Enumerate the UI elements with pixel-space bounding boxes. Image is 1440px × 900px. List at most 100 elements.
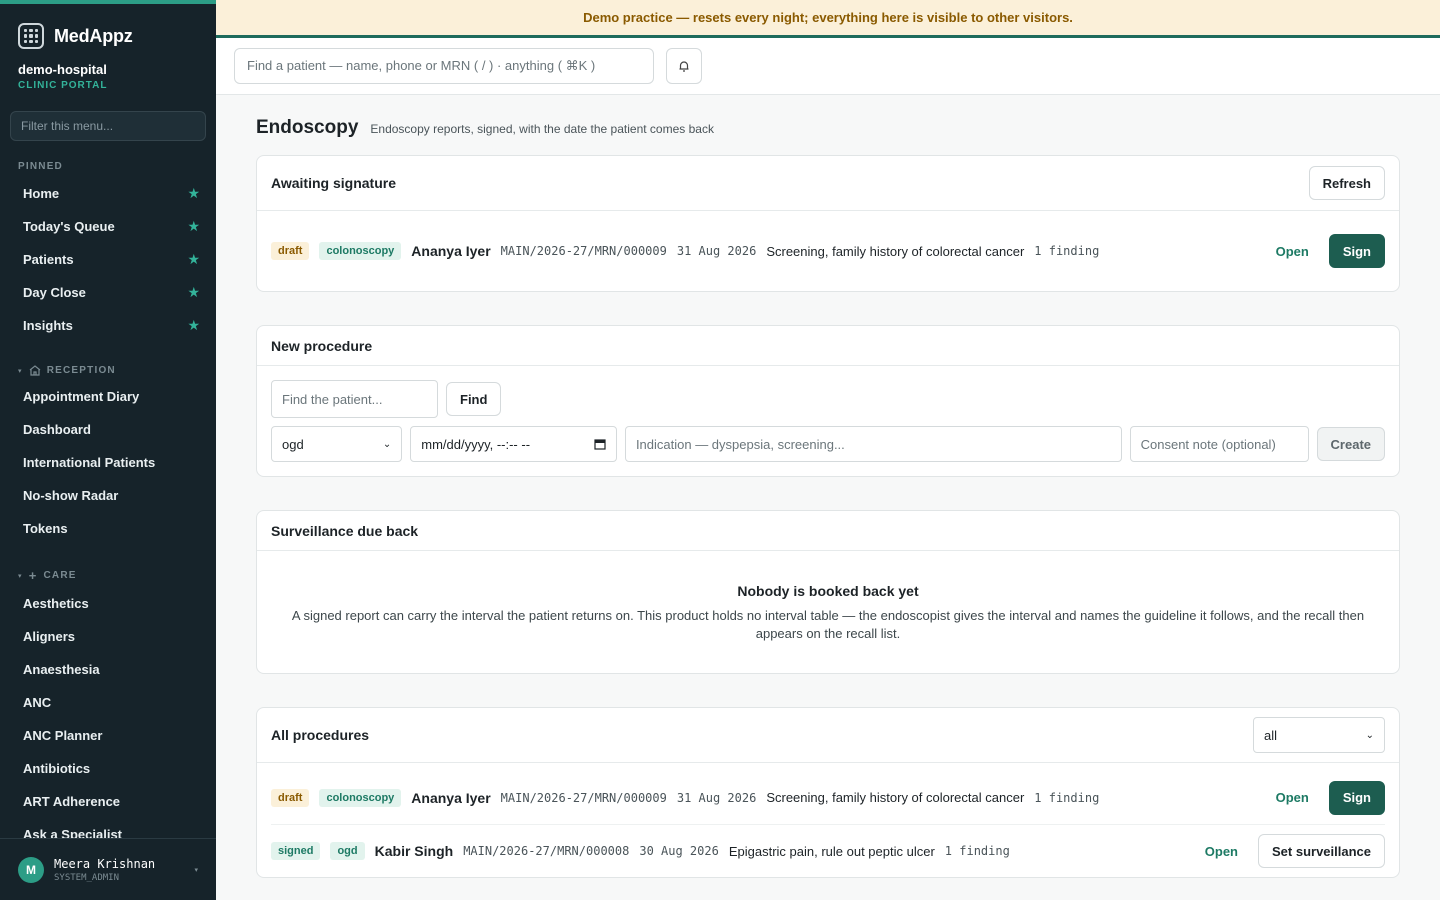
datetime-value: mm/dd/yyyy, --:-- -- <box>421 436 531 452</box>
sidebar-item-art-adherence[interactable]: ART Adherence <box>0 785 216 818</box>
procedure-type-badge: colonoscopy <box>319 242 402 260</box>
status-filter-value: all <box>1264 727 1278 743</box>
avatar: M <box>18 856 44 883</box>
consent-note-input[interactable]: Consent note (optional) <box>1129 426 1309 462</box>
patient-search-input[interactable]: Find a patient — name, phone or MRN ( / … <box>234 48 654 84</box>
star-icon[interactable]: ★ <box>187 317 200 334</box>
sign-button[interactable]: Sign <box>1328 234 1385 268</box>
section-toggle-care[interactable]: ▾ + CARE <box>0 568 216 583</box>
status-filter-select[interactable]: all ⌄ <box>1253 717 1385 753</box>
sidebar-item-label: Tokens <box>23 521 68 536</box>
user-role: SYSTEM_ADMIN <box>54 872 120 883</box>
user-menu[interactable]: M Meera Krishnan SYSTEM_ADMIN ▾ <box>0 838 216 900</box>
section-toggle-reception[interactable]: ▾ RECEPTION <box>0 365 216 376</box>
care-list: Aesthetics Aligners Anaesthesia ANC ANC … <box>0 587 216 851</box>
patient-search-field[interactable]: Find the patient... <box>271 380 438 418</box>
star-icon[interactable]: ★ <box>187 251 200 268</box>
calendar-icon[interactable] <box>594 438 606 450</box>
sidebar-item-label: Patients <box>23 252 74 267</box>
card-header: Surveillance due back <box>257 511 1399 551</box>
refresh-button[interactable]: Refresh <box>1308 166 1385 200</box>
bell-icon <box>679 61 689 72</box>
sidebar-item-label: Today's Queue <box>23 219 115 234</box>
sidebar-item-aligners[interactable]: Aligners <box>0 620 216 653</box>
sign-button[interactable]: Sign <box>1328 780 1385 815</box>
awaiting-signature-card: Awaiting signature Refresh draft colonos… <box>256 155 1400 292</box>
table-row: draft colonoscopy Ananya Iyer MAIN/2026-… <box>257 771 1399 824</box>
table-row: signed ogd Kabir Singh MAIN/2026-27/MRN/… <box>271 824 1385 877</box>
main-content: Endoscopy Endoscopy reports, signed, wit… <box>216 95 1440 900</box>
sidebar-item-appointment-diary[interactable]: Appointment Diary <box>0 380 216 413</box>
sidebar-item-dashboard[interactable]: Dashboard <box>0 413 216 446</box>
sidebar-item-insights[interactable]: Insights ★ <box>0 309 216 342</box>
sidebar-item-label: Antibiotics <box>23 761 91 776</box>
empty-state-text: A signed report can carry the interval t… <box>291 608 1365 641</box>
indication: Epigastric pain, rule out peptic ulcer <box>728 843 935 859</box>
notifications-button[interactable] <box>666 48 702 84</box>
building-icon <box>29 365 41 376</box>
sidebar-item-todays-queue[interactable]: Today's Queue ★ <box>0 210 216 243</box>
org-subtitle: CLINIC PORTAL <box>18 80 108 91</box>
findings-count: 1 finding <box>1034 244 1100 258</box>
set-surveillance-button[interactable]: Set surveillance <box>1258 834 1385 868</box>
sidebar-item-international-patients[interactable]: International Patients <box>0 446 216 479</box>
find-button[interactable]: Find <box>446 382 502 416</box>
status-badge: draft <box>271 788 310 807</box>
reception-label: RECEPTION <box>46 365 116 376</box>
patient-mrn: MAIN/2026-27/MRN/000009 <box>500 244 667 258</box>
sidebar-item-patients[interactable]: Patients ★ <box>0 243 216 276</box>
sidebar-item-label: Aesthetics <box>23 596 89 611</box>
sidebar-item-aesthetics[interactable]: Aesthetics <box>0 587 216 620</box>
findings-count: 1 finding <box>1034 790 1100 805</box>
patient-name: Kabir Singh <box>374 843 454 859</box>
card-header: All procedures all ⌄ <box>257 708 1399 763</box>
card-header: New procedure <box>257 326 1399 366</box>
open-link[interactable]: Open <box>1276 790 1309 805</box>
patient-mrn: MAIN/2026-27/MRN/000009 <box>500 790 667 805</box>
procedure-datetime-input[interactable]: mm/dd/yyyy, --:-- -- <box>410 426 617 462</box>
star-icon[interactable]: ★ <box>187 185 200 202</box>
procedure-type-select[interactable]: ogd ⌄ <box>271 426 403 462</box>
sidebar-item-label: Appointment Diary <box>23 389 140 404</box>
procedure-type-badge: ogd <box>330 842 365 860</box>
sidebar-item-tokens[interactable]: Tokens <box>0 512 216 545</box>
all-procedures-card: All procedures all ⌄ draft colonoscopy A… <box>256 707 1400 878</box>
page-title: Endoscopy <box>256 117 359 138</box>
sidebar-item-anc-planner[interactable]: ANC Planner <box>0 719 216 752</box>
empty-state: Nobody is booked back yet A signed repor… <box>257 551 1399 673</box>
sidebar-item-label: Aligners <box>23 629 76 644</box>
surveillance-card: Surveillance due back Nobody is booked b… <box>256 510 1400 674</box>
star-icon[interactable]: ★ <box>187 284 200 301</box>
sidebar-item-anc[interactable]: ANC <box>0 686 216 719</box>
sidebar-item-label: Anaesthesia <box>23 662 100 677</box>
org-name: demo-hospital <box>18 62 107 77</box>
empty-state-title: Nobody is booked back yet <box>737 583 919 599</box>
procedure-date: 30 Aug 2026 <box>639 844 719 858</box>
patient-name: Ananya Iyer <box>411 789 491 806</box>
star-icon[interactable]: ★ <box>187 218 200 235</box>
status-badge: draft <box>271 242 310 260</box>
user-info: Meera Krishnan SYSTEM_ADMIN <box>54 857 155 883</box>
plus-icon: + <box>28 568 38 583</box>
sidebar-item-no-show-radar[interactable]: No-show Radar <box>0 479 216 512</box>
reception-list: Appointment Diary Dashboard Internationa… <box>0 380 216 545</box>
brand[interactable]: MedAppz <box>0 4 216 54</box>
sidebar-item-anaesthesia[interactable]: Anaesthesia <box>0 653 216 686</box>
pinned-list: Home ★ Today's Queue ★ Patients ★ Day Close… <box>0 177 216 342</box>
open-link[interactable]: Open <box>1276 244 1309 259</box>
sidebar-item-antibiotics[interactable]: Antibiotics <box>0 752 216 785</box>
chevron-down-icon: ▾ <box>194 866 198 874</box>
procedure-type-value: ogd <box>282 436 304 452</box>
indication-input[interactable]: Indication — dyspepsia, screening... <box>624 426 1122 462</box>
patient-mrn: MAIN/2026-27/MRN/000008 <box>463 844 630 858</box>
demo-banner: Demo practice — resets every night; ever… <box>216 0 1440 38</box>
create-button[interactable]: Create <box>1316 427 1385 461</box>
sidebar-item-home[interactable]: Home ★ <box>0 177 216 210</box>
procedure-date: 31 Aug 2026 <box>676 790 757 805</box>
sidebar-item-label: ANC <box>23 695 52 710</box>
menu-filter-input[interactable]: Filter this menu... <box>10 111 206 141</box>
indication: Screening, family history of colorectal … <box>766 243 1025 259</box>
patient-name: Ananya Iyer <box>411 243 491 259</box>
sidebar-item-day-close[interactable]: Day Close ★ <box>0 276 216 309</box>
open-link[interactable]: Open <box>1205 844 1238 859</box>
